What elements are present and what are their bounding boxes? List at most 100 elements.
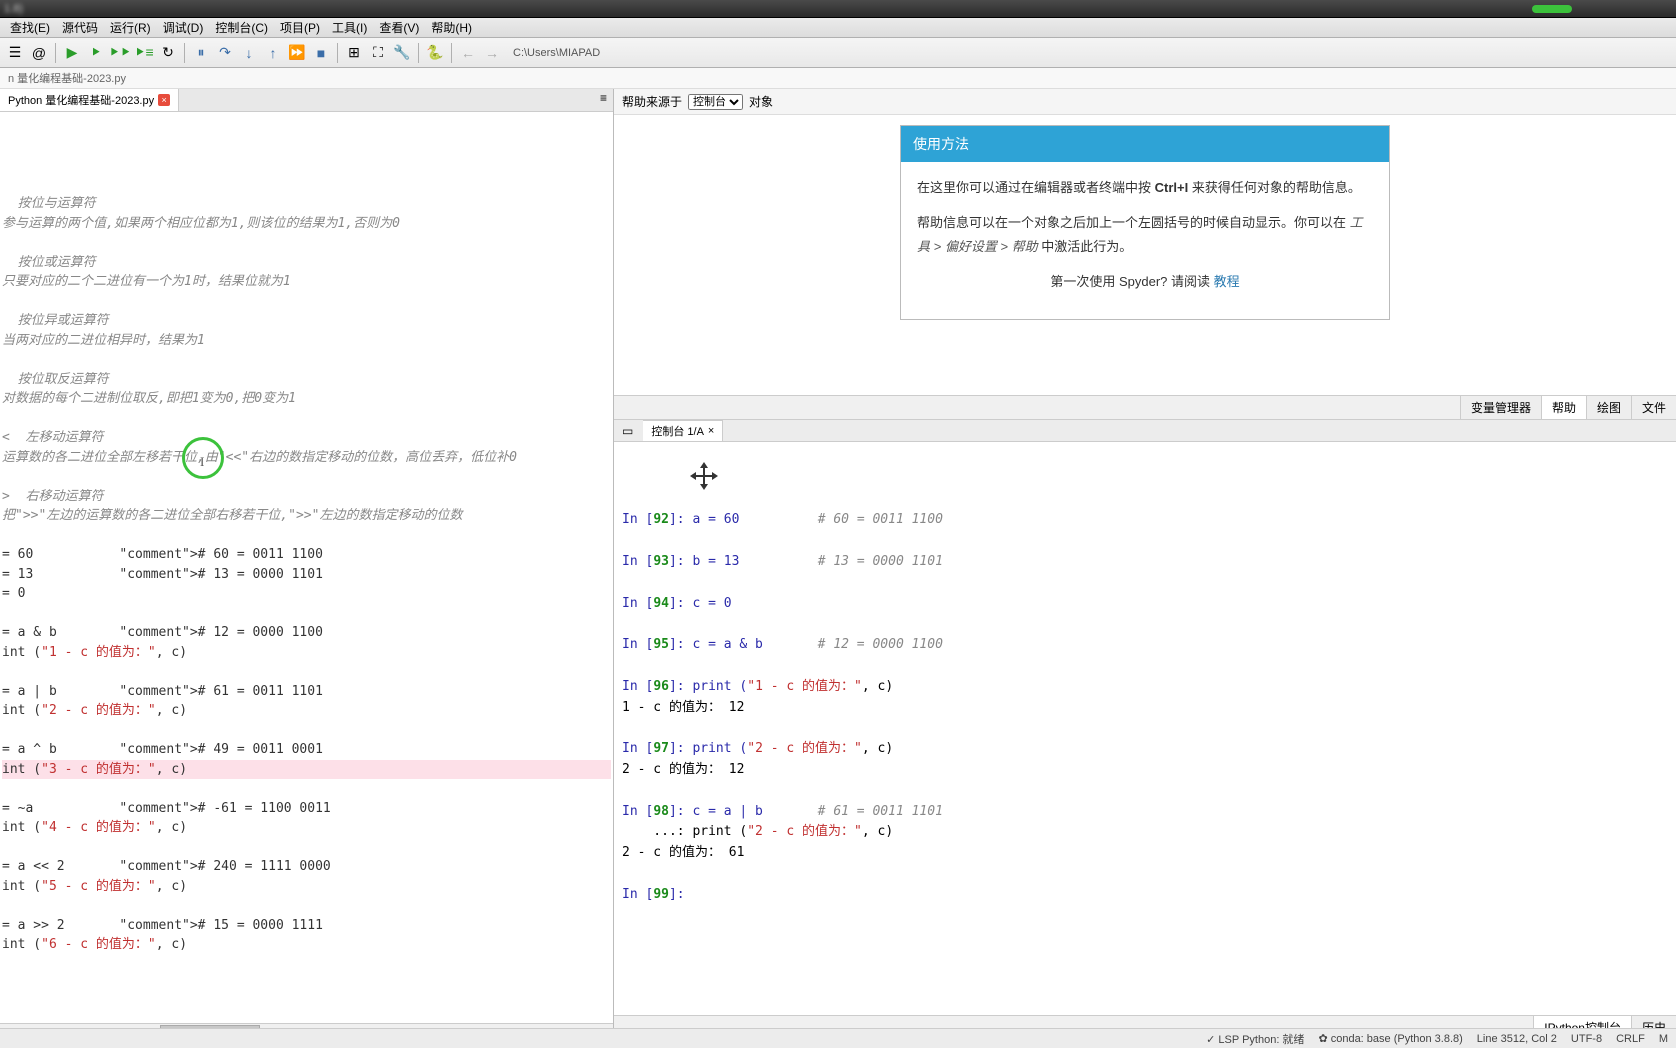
console-line: In [93]: b = 13 # 13 = 0000 1101	[622, 552, 1668, 573]
move-cursor-icon	[688, 460, 720, 492]
menu-item[interactable]: 控制台(C)	[209, 17, 274, 38]
menu-item[interactable]: 查找(E)	[4, 17, 56, 38]
step-out-icon[interactable]: ↑	[262, 42, 284, 64]
console-line: In [97]: print ("2 - c 的值为：", c)	[622, 739, 1668, 760]
editor-tab-label: Python 量化编程基础-2023.py	[8, 92, 154, 108]
editor-line	[2, 604, 611, 624]
save-layout-icon[interactable]: ⊞	[343, 42, 365, 64]
ipython-console[interactable]: In [92]: a = 60 # 60 = 0011 1100 In [93]…	[614, 442, 1676, 1015]
editor-tab[interactable]: Python 量化编程基础-2023.py ×	[0, 89, 179, 111]
right-tab[interactable]: 绘图	[1586, 396, 1631, 419]
editor-line: 对数据的每个二进制位取反,即把1变为0,把0变为1	[2, 389, 611, 409]
separator	[337, 43, 338, 63]
run-cell-icon[interactable]: ⯈	[85, 42, 107, 64]
console-line: In [96]: print ("1 - c 的值为：", c)	[622, 677, 1668, 698]
editor-line: 按位或运算符	[2, 253, 611, 273]
editor-tab-bar: Python 量化编程基础-2023.py × ≡	[0, 89, 613, 112]
status-bar: ✓ LSP Python: 就绪 ✿ conda: base (Python 3…	[0, 1028, 1676, 1048]
status-cursor-pos: Line 3512, Col 2	[1477, 1033, 1557, 1045]
right-pane: 帮助来源于 控制台 对象 使用方法 在这里你可以通过在编辑器或者终端中按 Ctr…	[614, 89, 1676, 1039]
right-tab[interactable]: 帮助	[1541, 396, 1586, 419]
debug-icon[interactable]: ⏸	[190, 42, 212, 64]
status-conda[interactable]: ✿ conda: base (Python 3.8.8)	[1318, 1032, 1462, 1045]
title-text: 1.8)	[4, 3, 1532, 15]
separator	[451, 43, 452, 63]
help-text: 来获得任何对象的帮助信息。	[1188, 180, 1361, 195]
close-icon[interactable]: ×	[158, 94, 170, 106]
editor-line: = 13 "comment"># 13 = 0000 1101	[2, 565, 611, 585]
editor-line: = a >> 2 "comment"># 15 = 0000 1111	[2, 916, 611, 936]
editor-line: 把">>"左边的运算数的各二进位全部右移若干位,">>"左边的数指定移动的位数	[2, 506, 611, 526]
editor-line	[2, 409, 611, 429]
close-icon[interactable]: ×	[708, 425, 714, 437]
menu-item[interactable]: 调试(D)	[157, 17, 210, 38]
menu-bar: 查找(E)源代码运行(R)调试(D)控制台(C)项目(P)工具(I)查看(V)帮…	[0, 18, 1676, 38]
code-editor[interactable]: I 按位与运算符参与运算的两个值,如果两个相应位都为1,则该位的结果为1,否则为…	[0, 112, 613, 1023]
console-line: In [92]: a = 60 # 60 = 0011 1100	[622, 510, 1668, 531]
stop-icon[interactable]: ■	[310, 42, 332, 64]
outline-icon[interactable]: ☰	[4, 42, 26, 64]
toolbar: ☰ @ ▶ ⯈ ⯈⯈ ⯈≡ ↻ ⏸ ↷ ↓ ↑ ⏩ ■ ⊞ ⛶ 🔧 🐍 ← → …	[0, 38, 1676, 68]
editor-line: int ("1 - c 的值为：", c)	[2, 643, 611, 663]
rerun-icon[interactable]: ↻	[157, 42, 179, 64]
right-tab[interactable]: 文件	[1631, 396, 1676, 419]
menu-item[interactable]: 帮助(H)	[425, 17, 478, 38]
editor-line	[2, 350, 611, 370]
tutorial-link[interactable]: 教程	[1214, 274, 1240, 289]
editor-line: = a & b "comment"># 12 = 0000 1100	[2, 623, 611, 643]
separator	[418, 43, 419, 63]
back-icon[interactable]: ←	[457, 42, 479, 64]
separator	[184, 43, 185, 63]
help-card-body: 在这里你可以通过在编辑器或者终端中按 Ctrl+I 来获得任何对象的帮助信息。 …	[901, 162, 1389, 319]
console-line: 2 - c 的值为： 12	[622, 760, 1668, 781]
console-list-icon[interactable]: ▭	[618, 422, 637, 440]
right-tab[interactable]: 变量管理器	[1460, 396, 1541, 419]
editor-line	[2, 721, 611, 741]
python-path-icon[interactable]: 🐍	[424, 42, 446, 64]
console-line	[622, 614, 1668, 635]
step-in-icon[interactable]: ↓	[238, 42, 260, 64]
continue-icon[interactable]: ⏩	[286, 42, 308, 64]
editor-line: int ("6 - c 的值为：", c)	[2, 935, 611, 955]
help-footer-text: 第一次使用 Spyder? 请阅读	[1050, 274, 1213, 289]
status-mem: M	[1659, 1033, 1668, 1045]
working-dir[interactable]: C:\Users\MIAPAD	[513, 47, 600, 59]
help-source-select[interactable]: 控制台	[688, 94, 743, 110]
console-tab-label: 控制台 1/A	[651, 423, 704, 439]
hamburger-icon[interactable]: ≡	[594, 89, 613, 111]
run-selection-icon[interactable]: ⯈≡	[133, 42, 155, 64]
editor-line: 按位异或运算符	[2, 311, 611, 331]
help-body: 使用方法 在这里你可以通过在编辑器或者终端中按 Ctrl+I 来获得任何对象的帮…	[614, 115, 1676, 395]
editor-line: 按位与运算符	[2, 194, 611, 214]
menu-item[interactable]: 查看(V)	[373, 17, 425, 38]
menu-item[interactable]: 项目(P)	[274, 17, 326, 38]
progress-indicator	[1532, 5, 1572, 13]
at-icon[interactable]: @	[28, 42, 50, 64]
editor-line: < 左移动运算符	[2, 428, 611, 448]
window-title-bar: 1.8)	[0, 0, 1676, 18]
editor-line: 只要对应的二个二进位有一个为1时，结果位就为1	[2, 272, 611, 292]
console-line	[622, 531, 1668, 552]
run-icon[interactable]: ▶	[61, 42, 83, 64]
menu-item[interactable]: 源代码	[56, 17, 104, 38]
editor-line: = 60 "comment"># 60 = 0011 1100	[2, 545, 611, 565]
editor-line: 参与运算的两个值,如果两个相应位都为1,则该位的结果为1,否则为0	[2, 214, 611, 234]
right-tab-bar: 变量管理器帮助绘图文件	[614, 395, 1676, 420]
editor-line	[2, 662, 611, 682]
console-line: 1 - c 的值为： 12	[622, 698, 1668, 719]
step-over-icon[interactable]: ↷	[214, 42, 236, 64]
editor-line: = 0	[2, 584, 611, 604]
settings-icon[interactable]: 🔧	[391, 42, 413, 64]
editor-line: int ("4 - c 的值为：", c)	[2, 818, 611, 838]
menu-item[interactable]: 工具(I)	[326, 17, 373, 38]
editor-line: 运算数的各二进位全部左移若干位,由"<<"右边的数指定移动的位数，高位丢弃，低位…	[2, 448, 611, 468]
editor-line: = a | b "comment"># 61 = 0011 1101	[2, 682, 611, 702]
run-cell-next-icon[interactable]: ⯈⯈	[109, 42, 131, 64]
console-tab[interactable]: 控制台 1/A ×	[643, 420, 723, 441]
console-line	[622, 656, 1668, 677]
fullscreen-icon[interactable]: ⛶	[367, 42, 389, 64]
forward-icon[interactable]: →	[481, 42, 503, 64]
help-text: 帮助信息可以在一个对象之后加上一个左圆括号的时候自动显示。你可以在	[917, 215, 1350, 230]
editor-line	[2, 838, 611, 858]
menu-item[interactable]: 运行(R)	[104, 17, 157, 38]
